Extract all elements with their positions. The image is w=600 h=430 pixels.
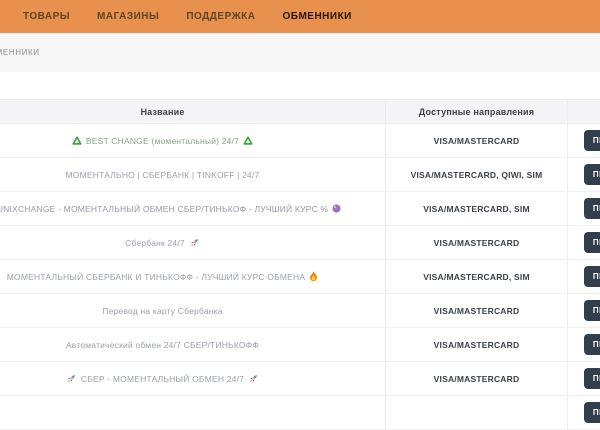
exchanger-name: Сбербанк 24/7 [125,237,200,248]
breadcrumb[interactable]: ОБМЕННИКИ [0,48,40,57]
exchangers-page: { "nav": { "items": [ {"label": "ТОВАРЫ"… [0,0,600,400]
exchanger-name-text: Сбербанк 24/7 [125,238,185,248]
table-row: МОМЕНТАЛЬНО | СБЕРБАНК | TINKOFF | 24/7 V… [0,158,600,192]
go-button[interactable]: ПЕРЕЙТИ [584,130,600,151]
available-directions: VISA/MASTERCARD [434,374,520,384]
exchanger-name-text: Автоматический обмен 24/7 СБЕР/ТИНЬКОФФ [66,340,259,350]
exchanger-name-text: BEST CHANGE (моментальный) 24/7 [86,136,239,146]
recycle-icon [72,136,82,146]
nav-item-products[interactable]: ТОВАРЫ [23,11,70,22]
nav-item-exchangers[interactable]: ОБМЕННИКИ [282,11,351,22]
exchanger-name: Перевод на карту Сбербанка [102,306,222,316]
top-navigation: ТОВАРЫ МАГАЗИНЫ ПОДДЕРЖКА ОБМЕННИКИ [0,0,600,33]
available-directions: VISA/MASTERCARD, SIM [423,272,529,282]
exchanger-name-text: МОМЕНТАЛЬНО | СБЕРБАНК | TINKOFF | 24/7 [66,170,260,180]
go-button[interactable]: ПЕРЕЙТИ [584,266,600,287]
nav-item-shops[interactable]: МАГАЗИНЫ [97,11,159,22]
table-row: Сбербанк 24/7 VISA/MASTERCARD ПЕРЕЙТИ [0,226,600,260]
exchanger-name-text: МОМЕНТАЛЬНЫЙ СБЕРБАНК И ТИНЬКОФФ - ЛУЧШИ… [7,272,306,282]
go-button[interactable]: ПЕРЕЙТИ [584,402,600,423]
go-button[interactable]: ПЕРЕЙТИ [584,300,600,321]
table-row: Автоматический обмен 24/7 СБЕР/ТИНЬКОФФ V… [0,328,600,362]
table-row: UNIXCHANGE - МОМЕНТАЛЬНЫЙ ОБМЕН СБЕР/ТИН… [0,192,600,226]
table-body: BEST CHANGE (моментальный) 24/7 VISA/MAST… [0,124,600,430]
exchanger-name: МОМЕНТАЛЬНЫЙ СБЕРБАНК И ТИНЬКОФФ - ЛУЧШИ… [7,271,319,282]
breadcrumb-bar: ОБМЕННИКИ [0,33,600,72]
rocket-icon [189,237,200,248]
column-header-name: Название [0,100,386,123]
table-row: BEST CHANGE (моментальный) 24/7 VISA/MAST… [0,124,600,158]
available-directions: VISA/MASTERCARD, QIWI, SIM [411,170,543,180]
rocket-icon [66,373,77,384]
recycle-icon [243,136,253,146]
exchanger-name-text: UNIXCHANGE - МОМЕНТАЛЬНЫЙ ОБМЕН СБЕР/ТИН… [0,204,328,214]
exchanger-name: Автоматический обмен 24/7 СБЕР/ТИНЬКОФФ [66,340,259,350]
exchangers-table: Название Доступные направления BEST CHAN… [0,99,600,430]
table-header: Название Доступные направления [0,99,600,124]
exchanger-name: СБЕР - МОМЕНТАЛЬНЫЙ ОБМЕН 24/7 [66,373,259,384]
available-directions: VISA/MASTERCARD [434,238,520,248]
fire-icon [309,271,318,282]
available-directions: VISA/MASTERCARD, SIM [423,204,529,214]
column-header-action [568,100,600,123]
column-header-directions: Доступные направления [386,100,568,123]
available-directions: VISA/MASTERCARD [434,340,520,350]
table-row: Перевод на карту Сбербанка VISA/MASTERCAR… [0,294,600,328]
go-button[interactable]: ПЕРЕЙТИ [584,198,600,219]
table-row: ПЕРЕЙТИ [0,396,600,430]
spacer [0,72,600,99]
nav-item-support[interactable]: ПОДДЕРЖКА [186,11,255,22]
go-button[interactable]: ПЕРЕЙТИ [584,232,600,253]
exchanger-name-text: Перевод на карту Сбербанка [102,306,222,316]
exchanger-name: МОМЕНТАЛЬНО | СБЕРБАНК | TINKOFF | 24/7 [66,170,260,180]
rocket-icon [248,373,259,384]
orb-icon [332,204,341,213]
available-directions: VISA/MASTERCARD [434,306,520,316]
table-row: МОМЕНТАЛЬНЫЙ СБЕРБАНК И ТИНЬКОФФ - ЛУЧШИ… [0,260,600,294]
go-button[interactable]: ПЕРЕЙТИ [584,368,600,389]
go-button[interactable]: ПЕРЕЙТИ [584,164,600,185]
go-button[interactable]: ПЕРЕЙТИ [584,334,600,355]
table-row: СБЕР - МОМЕНТАЛЬНЫЙ ОБМЕН 24/7 VISA/MASTE… [0,362,600,396]
exchanger-name-text: СБЕР - МОМЕНТАЛЬНЫЙ ОБМЕН 24/7 [81,374,244,384]
exchanger-name: UNIXCHANGE - МОМЕНТАЛЬНЫЙ ОБМЕН СБЕР/ТИН… [0,204,341,214]
available-directions: VISA/MASTERCARD [434,136,520,146]
exchanger-name: BEST CHANGE (моментальный) 24/7 [72,136,253,146]
